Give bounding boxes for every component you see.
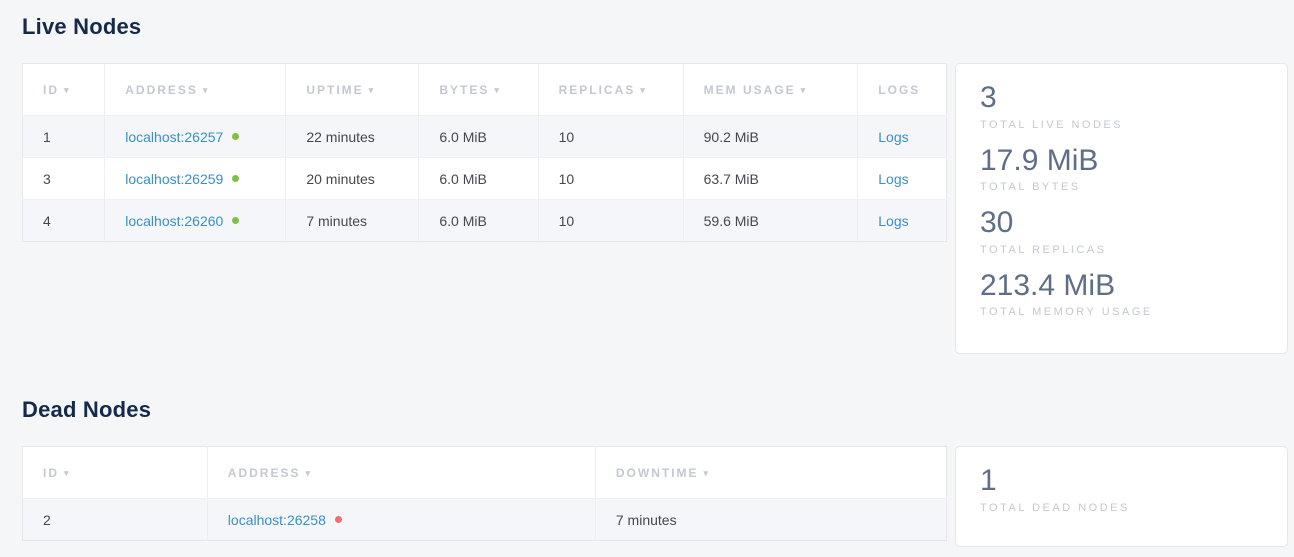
sort-arrow-icon: ▾ (203, 85, 210, 95)
node-bytes-cell: 6.0 MiB (419, 116, 538, 158)
column-header-downtime[interactable]: DOWNTIME▾ (595, 447, 946, 499)
node-uptime-cell: 22 minutes (286, 116, 419, 158)
dead-nodes-summary-panel: 1 TOTAL DEAD NODES (955, 446, 1288, 547)
column-header-id[interactable]: ID▾ (23, 64, 105, 116)
node-uptime-cell: 7 minutes (286, 200, 419, 242)
node-logs-cell: Logs (858, 200, 947, 242)
sort-arrow-icon: ▾ (369, 85, 376, 95)
node-id-cell: 1 (23, 116, 105, 158)
node-bytes-cell: 6.0 MiB (419, 158, 538, 200)
live-nodes-section: Live Nodes ID▾ ADDRESS▾ UPTIME▾ BYTES▾ R… (22, 14, 1294, 354)
node-mem-usage-cell: 63.7 MiB (683, 158, 858, 200)
column-header-mem-usage[interactable]: MEM USAGE▾ (683, 64, 858, 116)
stat-label: TOTAL REPLICAS (980, 244, 1263, 256)
node-id-cell: 3 (23, 158, 105, 200)
sort-arrow-icon: ▾ (305, 468, 312, 478)
logs-link[interactable]: Logs (878, 213, 908, 229)
node-address-link[interactable]: localhost:26260 (125, 213, 223, 229)
table-row: 4 localhost:26260 7 minutes 6.0 MiB 10 5… (23, 200, 947, 242)
live-nodes-title: Live Nodes (22, 14, 1294, 40)
stat-label: TOTAL BYTES (980, 181, 1263, 193)
column-header-address[interactable]: ADDRESS▾ (105, 64, 286, 116)
dead-nodes-header-row: ID▾ ADDRESS▾ DOWNTIME▾ (23, 447, 947, 499)
stat-value: 17.9 MiB (980, 144, 1263, 179)
stat-value: 30 (980, 206, 1263, 241)
column-header-uptime[interactable]: UPTIME▾ (286, 64, 419, 116)
dead-status-icon (335, 516, 342, 523)
node-logs-cell: Logs (858, 158, 947, 200)
dead-nodes-title: Dead Nodes (22, 397, 1294, 423)
sort-arrow-icon: ▾ (801, 85, 808, 95)
node-address-link[interactable]: localhost:26259 (125, 171, 223, 187)
node-replicas-cell: 10 (538, 200, 683, 242)
node-logs-cell: Logs (858, 116, 947, 158)
stat-label: TOTAL LIVE NODES (980, 119, 1263, 131)
node-address-cell: localhost:26257 (105, 116, 286, 158)
stat-total-memory-usage: 213.4 MiB TOTAL MEMORY USAGE (980, 269, 1263, 319)
node-downtime-cell: 7 minutes (595, 499, 946, 541)
node-address-cell: localhost:26259 (105, 158, 286, 200)
table-row: 1 localhost:26257 22 minutes 6.0 MiB 10 … (23, 116, 947, 158)
table-row: 2 localhost:26258 7 minutes (23, 499, 947, 541)
node-address-link[interactable]: localhost:26258 (228, 512, 326, 528)
node-id-cell: 2 (23, 499, 208, 541)
sort-arrow-icon: ▾ (64, 468, 71, 478)
node-uptime-cell: 20 minutes (286, 158, 419, 200)
stat-total-live-nodes: 3 TOTAL LIVE NODES (980, 81, 1263, 131)
column-header-id[interactable]: ID▾ (23, 447, 208, 499)
live-status-icon (232, 175, 239, 182)
node-mem-usage-cell: 90.2 MiB (683, 116, 858, 158)
stat-label: TOTAL DEAD NODES (980, 502, 1263, 514)
column-header-logs: LOGS (858, 64, 947, 116)
stat-total-dead-nodes: 1 TOTAL DEAD NODES (980, 464, 1263, 514)
sort-arrow-icon: ▾ (704, 468, 711, 478)
node-address-cell: localhost:26258 (207, 499, 595, 541)
column-header-bytes[interactable]: BYTES▾ (419, 64, 538, 116)
stat-value: 3 (980, 81, 1263, 116)
column-header-replicas[interactable]: REPLICAS▾ (538, 64, 683, 116)
node-bytes-cell: 6.0 MiB (419, 200, 538, 242)
live-status-icon (232, 217, 239, 224)
node-address-cell: localhost:26260 (105, 200, 286, 242)
logs-link[interactable]: Logs (878, 129, 908, 145)
live-nodes-table: ID▾ ADDRESS▾ UPTIME▾ BYTES▾ REPLICAS▾ ME… (22, 63, 947, 242)
sort-arrow-icon: ▾ (640, 85, 647, 95)
node-status-page: Live Nodes ID▾ ADDRESS▾ UPTIME▾ BYTES▾ R… (0, 0, 1294, 557)
node-replicas-cell: 10 (538, 116, 683, 158)
table-row: 3 localhost:26259 20 minutes 6.0 MiB 10 … (23, 158, 947, 200)
stat-label: TOTAL MEMORY USAGE (980, 306, 1263, 318)
stat-value: 1 (980, 464, 1263, 499)
sort-arrow-icon: ▾ (494, 85, 501, 95)
stat-total-replicas: 30 TOTAL REPLICAS (980, 206, 1263, 256)
node-replicas-cell: 10 (538, 158, 683, 200)
dead-nodes-table: ID▾ ADDRESS▾ DOWNTIME▾ 2 localhost:26258… (22, 446, 947, 541)
sort-arrow-icon: ▾ (64, 85, 71, 95)
live-status-icon (232, 133, 239, 140)
node-address-link[interactable]: localhost:26257 (125, 129, 223, 145)
stat-value: 213.4 MiB (980, 269, 1263, 304)
live-nodes-header-row: ID▾ ADDRESS▾ UPTIME▾ BYTES▾ REPLICAS▾ ME… (23, 64, 947, 116)
live-nodes-summary-panel: 3 TOTAL LIVE NODES 17.9 MiB TOTAL BYTES … (955, 63, 1288, 354)
logs-link[interactable]: Logs (878, 171, 908, 187)
stat-total-bytes: 17.9 MiB TOTAL BYTES (980, 144, 1263, 194)
dead-nodes-section: Dead Nodes ID▾ ADDRESS▾ DOWNTIME▾ 2 lo (22, 397, 1294, 547)
node-mem-usage-cell: 59.6 MiB (683, 200, 858, 242)
column-header-address[interactable]: ADDRESS▾ (207, 447, 595, 499)
node-id-cell: 4 (23, 200, 105, 242)
